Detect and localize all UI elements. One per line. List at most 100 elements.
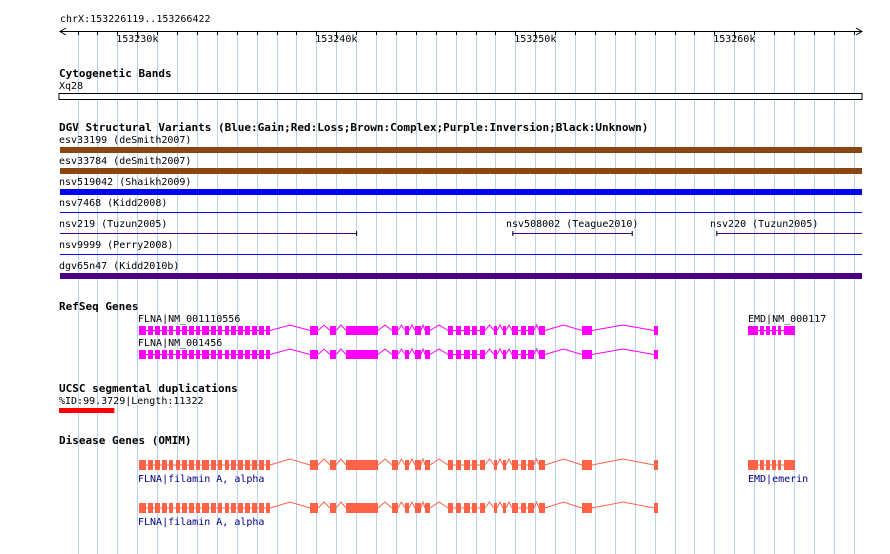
dgv-feature-label[interactable]: esv33784 (deSmith2007) — [59, 156, 191, 168]
refseq-gene-label[interactable]: EMD|NM_000117 — [748, 314, 826, 326]
exon — [155, 503, 160, 513]
exon — [218, 503, 222, 513]
cytoband-label[interactable]: Xq28 — [59, 81, 83, 93]
exon — [162, 460, 167, 470]
exon — [148, 503, 153, 513]
segdup-label[interactable]: %ID:99.3729|Length:11322 — [59, 396, 204, 408]
exon — [784, 326, 795, 335]
omim-gene-label[interactable]: EMD|emerin — [748, 474, 808, 486]
exon — [748, 326, 758, 335]
dgv-variant-bar — [60, 189, 862, 195]
intron — [496, 347, 504, 355]
exon — [266, 326, 270, 335]
exon — [238, 503, 243, 513]
intron — [484, 324, 495, 331]
track-title-omim[interactable]: Disease Genes (OMIM) — [59, 434, 191, 447]
dgv-feature-label[interactable]: nsv7468 (Kidd2008) — [59, 198, 167, 210]
exon — [330, 460, 336, 470]
intron — [420, 347, 426, 355]
exon — [472, 326, 477, 335]
omim-gene-label[interactable]: FLNA|filamin A, alpha — [138, 517, 264, 529]
exon — [231, 350, 236, 359]
exon — [169, 326, 173, 335]
dgv-feature-label[interactable]: nsv219 (Tuzun2005) — [59, 219, 167, 231]
exon — [182, 326, 187, 335]
track-title-segdup[interactable]: UCSC segmental duplications — [59, 382, 238, 395]
dgv-feature-label[interactable]: dgv65n47 (Kidd2010b) — [59, 261, 179, 273]
exon — [405, 326, 409, 335]
dgv-feature-label[interactable]: nsv519042 (Shaikh2009) — [59, 177, 191, 189]
exon — [310, 503, 318, 513]
exon — [259, 503, 264, 513]
exon — [521, 503, 526, 513]
exon — [480, 503, 485, 513]
exon — [539, 503, 545, 513]
exon — [196, 460, 200, 470]
intron — [420, 457, 426, 466]
exon — [169, 350, 173, 359]
exon — [189, 350, 194, 359]
exon — [231, 503, 236, 513]
exon — [231, 460, 236, 470]
exon — [189, 326, 194, 335]
exon — [225, 503, 229, 513]
exon — [512, 460, 518, 470]
intron — [420, 500, 426, 509]
exon — [405, 503, 409, 513]
segdup-bar — [59, 408, 115, 413]
intron — [397, 348, 406, 355]
track-title-cytogenetic-bands[interactable]: Cytogenetic Bands — [59, 67, 172, 80]
exon — [539, 460, 545, 470]
exon — [415, 503, 421, 513]
exon — [760, 326, 764, 335]
exon — [405, 350, 409, 359]
exon — [225, 326, 229, 335]
omim-gene-label[interactable]: FLNA|filamin A, alpha — [138, 474, 264, 486]
exon — [238, 326, 243, 335]
intron — [544, 324, 583, 331]
track-title-refseq[interactable]: RefSeq Genes — [59, 300, 138, 313]
intron — [429, 324, 449, 331]
exon — [425, 460, 430, 470]
dgv-feature-label[interactable]: nsv9999 (Perry2008) — [59, 240, 173, 252]
ruler-tick-label: 153240k — [315, 34, 358, 45]
exon — [252, 503, 257, 513]
intron — [269, 458, 311, 466]
intron — [505, 323, 513, 331]
refseq-gene-label[interactable]: FLNA|NM_001110556 — [138, 314, 240, 326]
intron — [377, 458, 393, 466]
dgv-feature-label[interactable]: nsv508002 (Teague2010) — [506, 219, 638, 231]
exon — [225, 350, 229, 359]
exon — [448, 460, 453, 470]
intron — [533, 323, 540, 331]
exon — [521, 326, 526, 335]
exon — [512, 350, 518, 359]
exon — [245, 460, 250, 470]
exon — [176, 460, 180, 470]
ruler-tick-label: 153260k — [713, 34, 756, 45]
exon — [218, 460, 222, 470]
exon — [252, 350, 257, 359]
intron — [420, 323, 426, 331]
exon — [654, 460, 658, 470]
exon — [259, 326, 264, 335]
dgv-feature-label[interactable]: esv33199 (deSmith2007) — [59, 135, 191, 147]
refseq-gene-label[interactable]: FLNA|NM_001456 — [138, 338, 222, 350]
exon — [654, 350, 658, 359]
exon — [472, 460, 477, 470]
intron — [496, 323, 504, 331]
exon — [330, 326, 336, 335]
exon — [528, 503, 534, 513]
exon — [346, 350, 378, 359]
exon — [196, 326, 200, 335]
exon — [528, 460, 534, 470]
intron — [397, 501, 406, 509]
track-title-dgv[interactable]: DGV Structural Variants (Blue:Gain;Red:L… — [59, 121, 648, 134]
intron — [544, 501, 583, 509]
exon — [456, 326, 461, 335]
exon — [392, 326, 398, 335]
exon — [582, 350, 592, 359]
exon — [512, 326, 518, 335]
exon — [238, 350, 243, 359]
dgv-feature-label[interactable]: nsv220 (Tuzun2005) — [710, 219, 818, 231]
